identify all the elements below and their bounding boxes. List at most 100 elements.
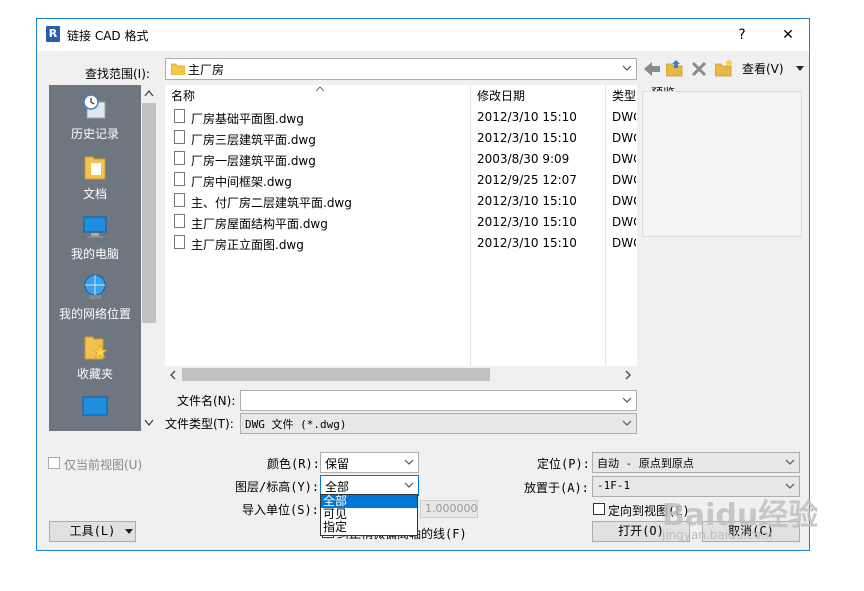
lookin-label: 查找范围(I): xyxy=(85,67,150,81)
file-name: 主厂房屋面结构平面.dwg xyxy=(191,217,328,231)
chevron-down-icon xyxy=(622,420,632,426)
place-computer[interactable]: 我的电脑 xyxy=(49,213,141,262)
file-type: DWG xyxy=(612,215,636,229)
file-name: 厂房三层建筑平面.dwg xyxy=(191,133,316,147)
positioning-select[interactable]: 自动 - 原点到原点 xyxy=(592,452,800,473)
help-button[interactable]: ? xyxy=(727,23,757,47)
place-at-value: -1F-1 xyxy=(597,479,631,492)
documents-icon xyxy=(84,156,106,180)
file-type: DWG xyxy=(612,152,636,166)
tools-button[interactable]: 工具(L) xyxy=(49,521,136,542)
place-label: 历史记录 xyxy=(70,127,119,141)
layers-option-specify[interactable]: 指定 xyxy=(321,521,417,534)
current-view-only-checkbox[interactable] xyxy=(48,457,60,469)
link-cad-dialog: R 链接 CAD 格式 ? ✕ 查找范围(I): 主厂房 查看(V) 历史记录 … xyxy=(36,18,810,551)
back-icon[interactable] xyxy=(643,61,661,77)
history-icon xyxy=(83,94,106,119)
new-folder-icon[interactable] xyxy=(715,59,733,77)
place-favorites[interactable]: 收藏夹 xyxy=(49,333,141,382)
scroll-thumb[interactable] xyxy=(142,103,156,323)
filetype-label: 文件类型(T): xyxy=(165,417,234,431)
place-label: 收藏夹 xyxy=(76,367,113,381)
file-row[interactable]: 厂房中间框架.dwg 2012/9/25 12:07 DWG xyxy=(165,170,637,191)
preview-panel xyxy=(642,91,802,237)
revit-app-icon: R xyxy=(46,26,60,42)
scroll-up-icon[interactable] xyxy=(144,89,154,97)
scroll-left-icon[interactable] xyxy=(169,370,177,380)
place-history[interactable]: 历史记录 xyxy=(49,93,141,142)
filename-input[interactable] xyxy=(240,390,637,411)
file-icon xyxy=(174,151,185,165)
view-menu-label[interactable]: 查看(V) xyxy=(742,60,784,77)
delete-icon[interactable] xyxy=(691,61,707,77)
filetype-value: DWG 文件 (*.dwg) xyxy=(245,418,347,431)
file-row[interactable]: 主厂房屋面结构平面.dwg 2012/3/10 15:10 DWG xyxy=(165,212,637,233)
hscroll-thumb[interactable] xyxy=(182,368,490,381)
layers-dropdown-list[interactable]: 全部 可见 指定 xyxy=(320,494,418,536)
chevron-down-icon xyxy=(622,65,632,71)
places-scrollbar[interactable] xyxy=(141,85,157,431)
lookin-combo[interactable]: 主厂房 xyxy=(165,58,637,80)
column-header-date[interactable]: 修改日期 xyxy=(477,85,525,107)
units-scale-value: 1.000000 xyxy=(425,502,478,515)
file-icon xyxy=(174,172,185,186)
places-bar: 历史记录 文档 我的电脑 我的网络位置 收藏夹 xyxy=(49,85,157,431)
colors-select[interactable]: 保留 xyxy=(320,452,419,473)
place-network[interactable]: 我的网络位置 xyxy=(49,273,141,322)
column-header-name[interactable]: 名称 xyxy=(171,85,195,107)
file-type: DWG xyxy=(612,173,636,187)
tools-dropdown-icon xyxy=(125,529,133,534)
file-icon xyxy=(174,214,185,228)
place-label: 文档 xyxy=(82,187,107,201)
file-row[interactable]: 主厂房正立面图.dwg 2012/3/10 15:10 DWG xyxy=(165,233,637,254)
file-list-hscrollbar[interactable] xyxy=(165,366,637,383)
title-bar[interactable]: R 链接 CAD 格式 ? ✕ xyxy=(37,19,809,51)
place-label: 我的网络位置 xyxy=(58,307,131,321)
file-row[interactable]: 厂房三层建筑平面.dwg 2012/3/10 15:10 DWG xyxy=(165,128,637,149)
file-name: 厂房基础平面图.dwg xyxy=(191,112,304,126)
chevron-down-icon xyxy=(404,459,414,465)
file-name: 厂房一层建筑平面.dwg xyxy=(191,154,316,168)
place-desktop[interactable] xyxy=(49,393,141,425)
orient-to-view-checkbox[interactable] xyxy=(593,503,605,515)
layers-select[interactable]: 全部 xyxy=(320,475,419,496)
scroll-down-icon[interactable] xyxy=(144,419,154,427)
scroll-right-icon[interactable] xyxy=(624,370,632,380)
positioning-value: 自动 - 原点到原点 xyxy=(597,457,694,470)
file-row[interactable]: 主、付厂房二层建筑平面.dwg 2012/3/10 15:10 DWG xyxy=(165,191,637,212)
filetype-select[interactable]: DWG 文件 (*.dwg) xyxy=(240,413,637,434)
folder-icon xyxy=(171,63,185,75)
view-dropdown-icon[interactable] xyxy=(795,65,805,73)
file-row[interactable]: 厂房一层建筑平面.dwg 2003/8/30 9:09 DWG xyxy=(165,149,637,170)
units-label: 导入单位(S): xyxy=(242,503,319,517)
desktop-icon xyxy=(82,396,108,416)
filename-label: 文件名(N): xyxy=(177,394,236,408)
file-icon xyxy=(174,109,185,123)
file-date: 2012/3/10 15:10 xyxy=(477,194,577,208)
file-icon xyxy=(174,235,185,249)
file-row[interactable]: 厂房基础平面图.dwg 2012/3/10 15:10 DWG xyxy=(165,107,637,128)
place-documents[interactable]: 文档 xyxy=(49,153,141,202)
colors-label: 颜色(R): xyxy=(267,457,320,471)
file-date: 2012/3/10 15:10 xyxy=(477,236,577,250)
current-view-only-label: 仅当前视图(U) xyxy=(64,458,143,472)
file-type: DWG xyxy=(612,236,636,250)
close-button[interactable]: ✕ xyxy=(773,23,803,47)
positioning-label: 定位(P): xyxy=(537,457,590,471)
network-icon xyxy=(84,274,106,299)
file-name: 主厂房正立面图.dwg xyxy=(191,238,304,252)
layers-value: 全部 xyxy=(325,480,350,494)
up-folder-icon[interactable] xyxy=(666,59,684,77)
file-name: 主、付厂房二层建筑平面.dwg xyxy=(191,196,352,210)
units-scale-field: 1.000000 xyxy=(420,500,478,518)
place-at-label: 放置于(A): xyxy=(524,481,589,495)
file-type: DWG xyxy=(612,110,636,124)
dialog-title: 链接 CAD 格式 xyxy=(67,29,149,43)
file-list[interactable]: 名称 修改日期 类型 厂房基础平面图.dwg 2012/3/10 15:10 D… xyxy=(165,85,637,383)
chevron-down-icon xyxy=(622,397,632,403)
colors-value: 保留 xyxy=(325,457,350,471)
chevron-down-icon xyxy=(785,459,795,465)
chevron-down-icon xyxy=(404,482,414,488)
file-icon xyxy=(174,130,185,144)
column-header-type[interactable]: 类型 xyxy=(612,85,636,107)
